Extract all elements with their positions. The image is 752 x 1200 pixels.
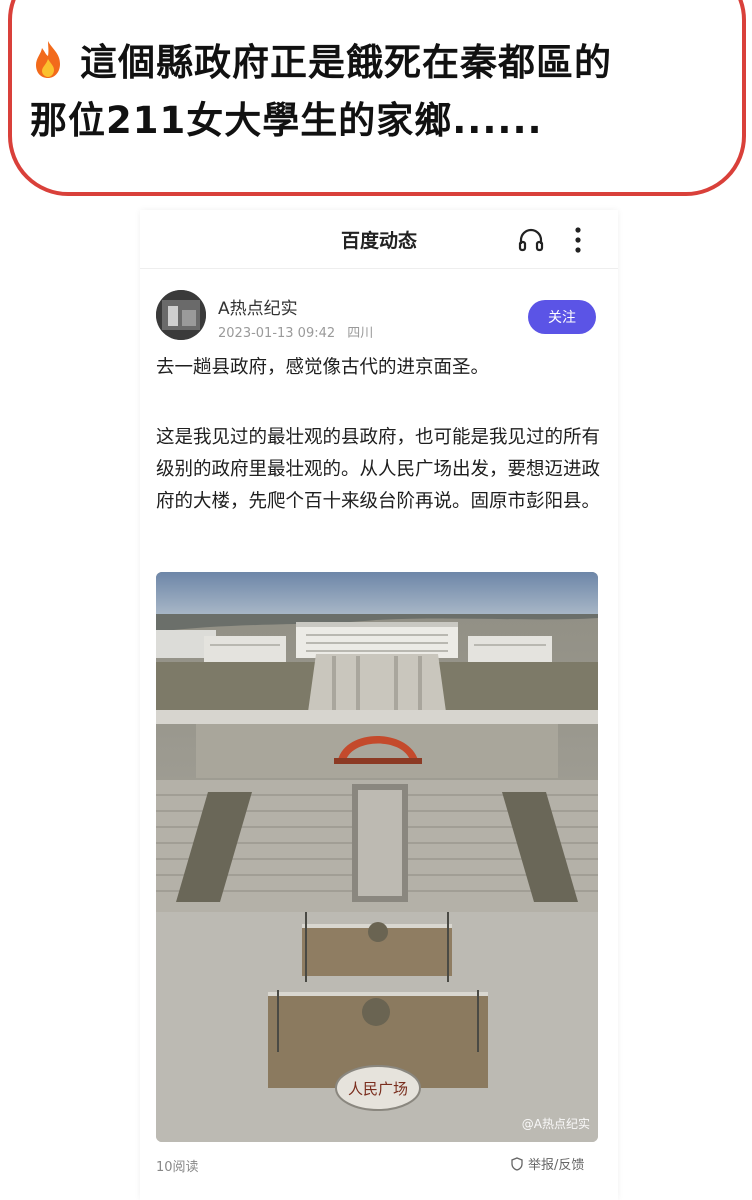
follow-button[interactable]: 关注 [528, 300, 596, 334]
post-photo[interactable]: 人民广场 @A热点纪实 [156, 572, 598, 1142]
app-bar: 百度动态 [140, 210, 618, 266]
post-paragraph-2: 这是我见过的最壮观的县政府，也可能是我见过的所有级别的政府里最壮观的。从人民广场… [156, 427, 601, 512]
post-paragraph-1: 去一趟县政府，感觉像古代的进京面圣。 [156, 357, 490, 378]
stone-marker-text: 人民广场 [348, 1080, 408, 1098]
report-label[interactable]: 举报/反馈 [528, 1158, 584, 1173]
caption: 這個縣政府正是餓死在秦都區的 那位211女大學生的家鄉...... [30, 34, 720, 150]
post-meta: 2023-01-13 09:42 四川 [218, 322, 381, 341]
caption-line-1: 這個縣政府正是餓死在秦都區的 [30, 34, 720, 92]
watermark: @A热点纪实 [521, 1117, 590, 1131]
post-card: 百度动态 A热点纪实 2023-01-13 09:42 四川 关注 去一趟县政府… [140, 210, 618, 1200]
read-count: 10阅读 [156, 1160, 199, 1175]
report-icon [511, 1157, 523, 1171]
app-title: 百度动态 [340, 230, 417, 252]
caption-text-1: 這個縣政府正是餓死在秦都區的 [80, 41, 612, 84]
fire-icon [36, 41, 60, 78]
more-icon[interactable] [574, 226, 582, 254]
headphone-icon[interactable] [518, 228, 544, 252]
divider [140, 268, 618, 269]
post-date: 2023-01-13 09:42 [218, 326, 336, 341]
report-link[interactable]: 举报/反馈 [510, 1154, 584, 1173]
author-name[interactable]: A热点纪实 [218, 294, 298, 319]
post-location: 四川 [347, 326, 374, 341]
caption-line-2: 那位211女大學生的家鄉...... [30, 99, 543, 142]
avatar[interactable] [156, 290, 206, 340]
